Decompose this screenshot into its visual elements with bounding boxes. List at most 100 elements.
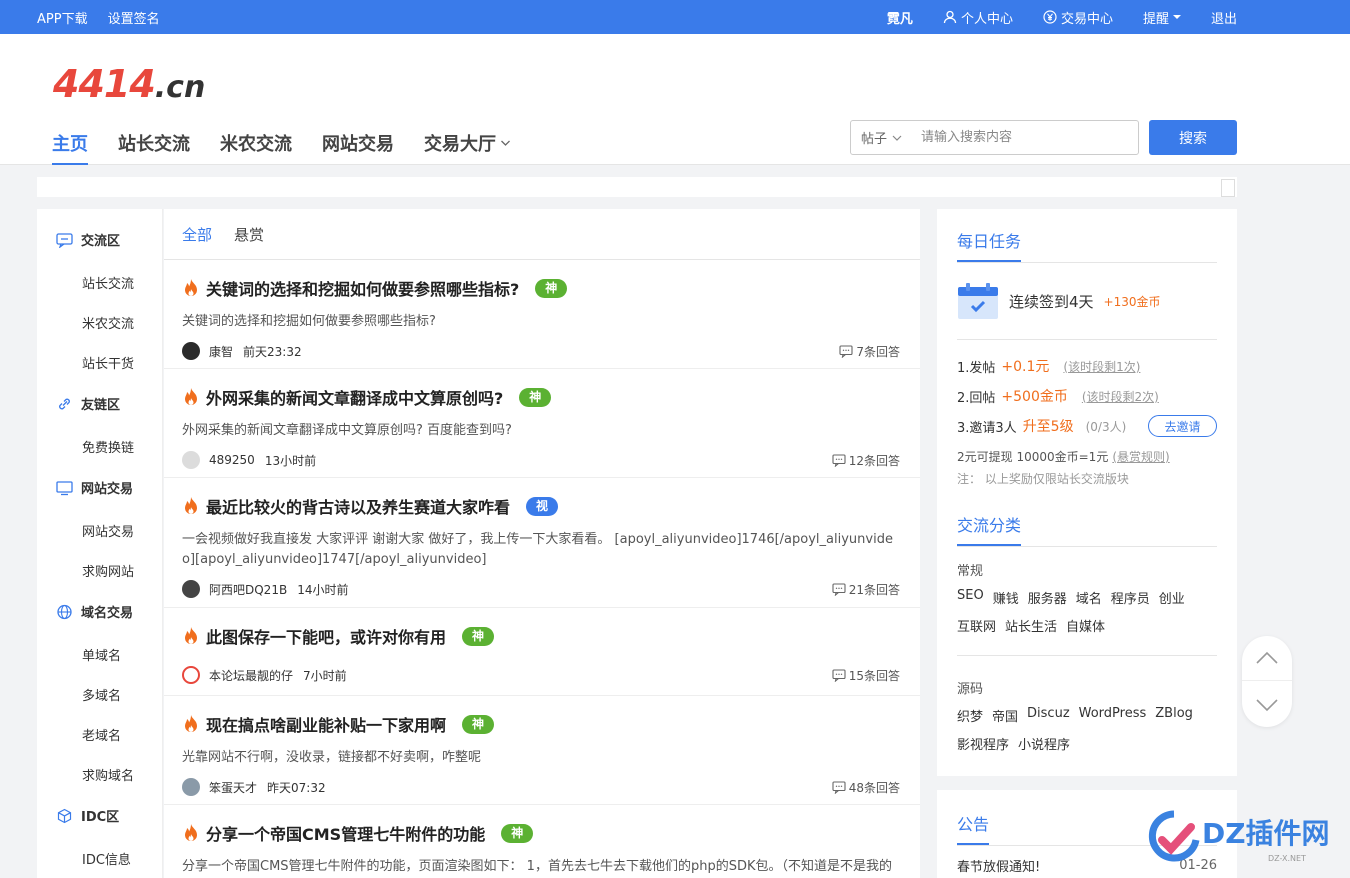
sidebar-item-free-links[interactable]: 免费换链 (82, 437, 134, 456)
sidebar-item-buy-domain[interactable]: 求购域名 (82, 765, 134, 784)
sidebar-item-site-trade[interactable]: 网站交易 (82, 521, 134, 540)
post-title[interactable]: 外网采集的新闻文章翻译成中文算原创吗? (206, 385, 503, 409)
post-author[interactable]: 阿西吧DQ21B (209, 581, 287, 598)
post-item[interactable]: 外网采集的新闻文章翻译成中文算原创吗? 神 外网采集的新闻文章翻译成中文算原创吗… (164, 369, 920, 478)
sidebar-item-buy-site[interactable]: 求购网站 (82, 561, 134, 580)
post-time: 前天23:32 (243, 344, 302, 359)
site-logo[interactable]: 4414 .cn (53, 62, 205, 106)
post-author[interactable]: 本论坛最靓的仔 (209, 667, 293, 684)
reward-note: 注： 以上奖励仅限站长交流版块 (957, 472, 1129, 486)
app-download-link[interactable]: APP下载 (37, 8, 88, 27)
nav-domainer[interactable]: 米农交流 (220, 130, 292, 165)
category-tag[interactable]: Discuz (1027, 706, 1070, 725)
sidebar-section-site-trade[interactable]: 网站交易 (56, 478, 133, 497)
category-tag[interactable]: 自媒体 (1066, 616, 1105, 635)
nav-webmaster[interactable]: 站长交流 (118, 130, 190, 165)
logout-link[interactable]: 退出 (1211, 8, 1237, 27)
invite-button[interactable]: 去邀请 (1148, 415, 1217, 437)
trade-center-link[interactable]: 交易中心 (1043, 8, 1113, 27)
post-replies[interactable]: 7条回答 (839, 343, 900, 360)
sidebar-section-chat[interactable]: 交流区 (56, 230, 120, 249)
comment-icon (832, 780, 846, 794)
avatar[interactable] (182, 778, 200, 796)
sidebar-item-old-domain[interactable]: 老域名 (82, 725, 121, 744)
post-list: 关键词的选择和挖掘如何做要参照哪些指标? 神 关键词的选择和挖掘如何做要参照哪些… (164, 260, 920, 878)
remind-menu[interactable]: 提醒 (1143, 8, 1181, 27)
avatar[interactable] (182, 580, 200, 598)
ad-banner (37, 177, 1237, 197)
category-tag[interactable]: SEO (957, 588, 984, 607)
post-item[interactable]: 关键词的选择和挖掘如何做要参照哪些指标? 神 关键词的选择和挖掘如何做要参照哪些… (164, 260, 920, 369)
watermark: DZ插件网 DZ-X.NET (1148, 806, 1338, 872)
nav-trade-hall[interactable]: 交易大厅 (424, 130, 511, 165)
nav-site-trade[interactable]: 网站交易 (322, 130, 394, 165)
post-title[interactable]: 现在搞点啥副业能补贴一下家用啊 (206, 712, 446, 736)
sidebar-item-single-domain[interactable]: 单域名 (82, 645, 121, 664)
category-tag[interactable]: ZBlog (1155, 706, 1193, 725)
sidebar-section-idc[interactable]: IDC区 (56, 806, 119, 825)
trade-center-label: 交易中心 (1060, 11, 1113, 27)
post-author[interactable]: 笨蛋天才 (209, 779, 257, 796)
post-author[interactable]: 康智 (209, 343, 233, 360)
post-title[interactable]: 关键词的选择和挖掘如何做要参照哪些指标? (206, 276, 519, 300)
post-replies[interactable]: 48条回答 (832, 779, 900, 796)
sidebar-item-webmaster[interactable]: 站长交流 (82, 273, 134, 292)
post-replies[interactable]: 21条回答 (832, 581, 900, 598)
scroll-bottom-button[interactable] (1242, 682, 1292, 727)
category-tag[interactable]: 小说程序 (1018, 734, 1070, 753)
daily-task-panel: 每日任务 连续签到4天 +130金币 1.发帖 +0.1元 (该时段剩1次) 2… (937, 209, 1237, 776)
username-link[interactable]: 霓凡 (887, 8, 913, 27)
category-tag[interactable]: 织梦 (957, 706, 983, 725)
sidebar-item-idc-info[interactable]: IDC信息 (82, 849, 131, 868)
post-item[interactable]: 现在搞点啥副业能补贴一下家用啊 神 光靠网站不行啊，没收录，链接都不好卖啊，咋整… (164, 696, 920, 805)
nav-home[interactable]: 主页 (52, 130, 88, 165)
category-tag[interactable]: 站长生活 (1005, 616, 1057, 635)
post-item[interactable]: 最近比较火的背古诗以及养生赛道大家咋看 视 一会视频做好我直接发 大家评评 谢谢… (164, 478, 920, 608)
calendar-check-icon[interactable] (957, 282, 999, 320)
sidebar-item-tips[interactable]: 站长干货 (82, 353, 134, 372)
post-item[interactable]: 此图保存一下能吧，或许对你有用 神 本论坛最靓的仔 7小时前 15条回答 (164, 608, 920, 696)
category-tag[interactable]: 程序员 (1111, 588, 1150, 607)
scroll-top-button[interactable] (1242, 636, 1292, 681)
category-tag[interactable]: 互联网 (957, 616, 996, 635)
post-item[interactable]: 分享一个帝国CMS管理七牛附件的功能 神 分享一个帝国CMS管理七牛附件的功能，… (164, 805, 920, 878)
post-author[interactable]: 489250 (209, 453, 255, 467)
set-signature-link[interactable]: 设置签名 (108, 8, 160, 27)
category-tag[interactable]: 影视程序 (957, 734, 1009, 753)
category-tag[interactable]: 帝国 (992, 706, 1018, 725)
logo-mark: 4414 (53, 62, 156, 106)
post-replies[interactable]: 12条回答 (832, 452, 900, 469)
sidebar-item-domainer[interactable]: 米农交流 (82, 313, 134, 332)
sidebar-item-multi-domain[interactable]: 多域名 (82, 685, 121, 704)
avatar[interactable] (182, 342, 200, 360)
post-title[interactable]: 分享一个帝国CMS管理七牛附件的功能 (206, 821, 485, 845)
search-button[interactable]: 搜索 (1149, 120, 1237, 155)
announcement-title: 公告 (957, 815, 990, 834)
task-reward: +500金币 (1001, 389, 1068, 405)
tab-bounty[interactable]: 悬赏 (234, 224, 264, 245)
post-replies[interactable]: 15条回答 (832, 667, 900, 684)
category-tag[interactable]: 服务器 (1028, 588, 1067, 607)
task-reward: +0.1元 (1001, 359, 1050, 375)
sidebar-section-domain-trade[interactable]: 域名交易 (56, 602, 133, 621)
post-title[interactable]: 最近比较火的背古诗以及养生赛道大家咋看 (206, 494, 510, 518)
bounty-rules-link[interactable]: (悬赏规则) (1112, 448, 1169, 465)
category-tag[interactable]: 创业 (1159, 588, 1185, 607)
avatar[interactable] (182, 451, 200, 469)
tab-all[interactable]: 全部 (182, 224, 212, 245)
sidebar-section-links[interactable]: 友链区 (56, 394, 120, 413)
search-input[interactable] (913, 122, 1123, 153)
category-tag[interactable]: WordPress (1079, 706, 1147, 725)
avatar[interactable] (182, 666, 200, 684)
monitor-icon (56, 480, 73, 495)
post-badge: 神 (462, 714, 495, 734)
post-title[interactable]: 此图保存一下能吧，或许对你有用 (206, 624, 446, 648)
search-scope-select[interactable]: 帖子 (851, 128, 913, 147)
caret-down-icon (1172, 15, 1181, 19)
post-badge: 神 (535, 278, 568, 298)
withdraw-row: 2元可提现 10000金币=1元 (悬赏规则) (957, 448, 1170, 465)
post-badge: 视 (526, 496, 559, 516)
category-tag[interactable]: 域名 (1076, 588, 1102, 607)
category-tag[interactable]: 赚钱 (993, 588, 1019, 607)
personal-center-link[interactable]: 个人中心 (943, 8, 1013, 27)
